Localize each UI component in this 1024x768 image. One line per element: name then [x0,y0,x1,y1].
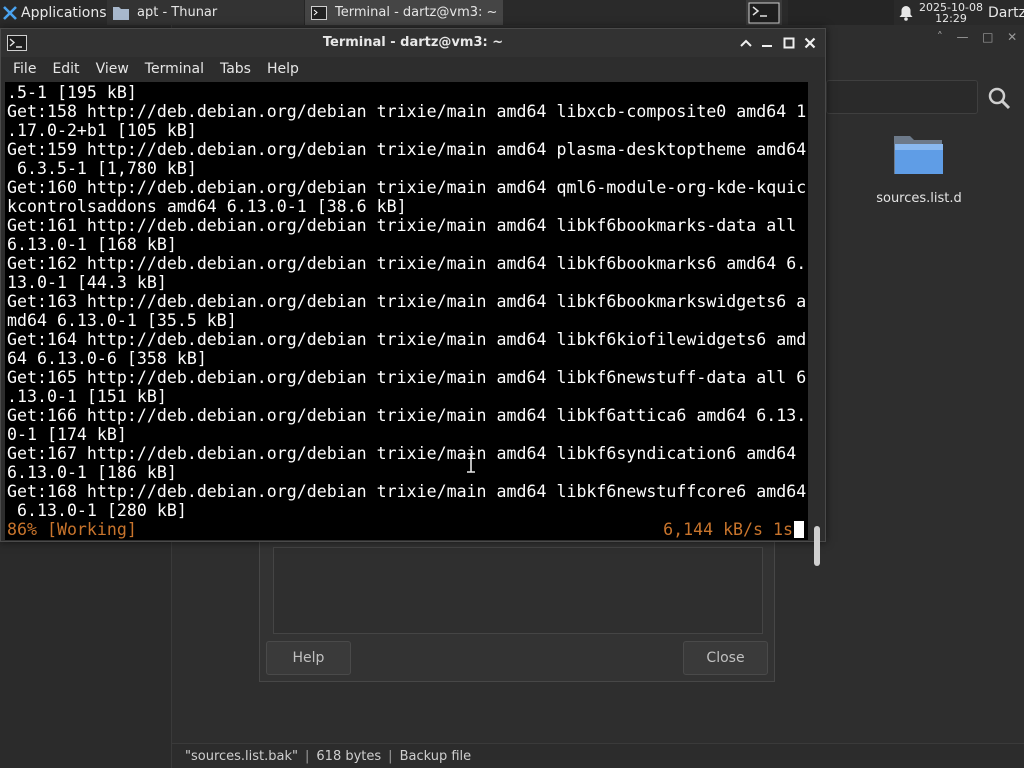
menu-terminal[interactable]: Terminal [137,57,212,81]
window-title: Terminal - dartz@vm3: ~ [322,35,504,50]
thunar-location-field[interactable] [826,80,978,114]
clock-date: 2025-10-08 [919,0,983,14]
shade-icon[interactable] [737,33,755,53]
close-icon[interactable] [801,33,819,53]
menu-view[interactable]: View [88,57,137,81]
status-filename: "sources.list.bak" [185,748,299,764]
status-separator: | [305,748,310,764]
clock-time: 12:29 [935,11,967,25]
scrollbar-thumb[interactable] [814,526,820,566]
terminal-line: md64 6.13.0-1 [35.5 kB] [7,311,237,330]
taskbar-item-terminal[interactable]: Terminal - dartz@vm3: ~ [305,0,503,25]
terminal-lines: .5-1 [195 kB] Get:158 http://deb.debian.o… [7,83,807,520]
menu-edit[interactable]: Edit [44,57,87,81]
thunar-minimize-icon[interactable]: — [956,30,968,46]
menu-help[interactable]: Help [259,57,307,81]
terminal-scrollbar[interactable] [810,82,824,566]
terminal-line: Get:167 http://deb.debian.org/debian tri… [7,444,797,463]
dialog-content-box [273,547,763,634]
applications-menu-button[interactable]: Applications ≡ [0,0,107,25]
terminal-line: 64 6.13.0-6 [358 kB] [7,349,207,368]
terminal-titlebar[interactable]: Terminal - dartz@vm3: ~ [1,29,825,57]
folder-icon[interactable] [892,130,946,178]
terminal-line: Get:165 http://deb.debian.org/debian tri… [7,368,807,387]
user-menu[interactable]: Dartz [984,5,1024,21]
status-type: Backup file [399,748,472,764]
terminal-cursor [794,521,804,538]
maximize-icon[interactable] [780,33,798,53]
terminal-icon [748,2,780,23]
terminal-line: Get:168 http://deb.debian.org/debian tri… [7,482,807,501]
terminal-menubar: File Edit View Terminal Tabs Help [1,57,825,81]
terminal-line: Get:160 http://deb.debian.org/debian tri… [7,178,807,197]
terminal-line: Get:158 http://deb.debian.org/debian tri… [7,102,807,121]
terminal-line: kcontrolsaddons amd64 6.13.0-1 [38.6 kB] [7,197,407,216]
terminal-output[interactable]: .5-1 [195 kB] Get:158 http://deb.debian.o… [5,82,808,540]
close-button[interactable]: Close [683,641,768,675]
status-separator: | [388,748,393,764]
workspace-switcher[interactable] [746,0,782,25]
terminal-line: Get:161 http://deb.debian.org/debian tri… [7,216,797,235]
terminal-line: .13.0-1 [151 kB] [7,387,167,406]
xfce-logo-icon [2,5,18,21]
terminal-line: Get:162 http://deb.debian.org/debian tri… [7,254,807,273]
minimize-icon[interactable] [758,33,776,53]
search-icon[interactable] [987,86,1011,110]
system-tray [788,0,894,25]
terminal-line: 6.13.0-1 [168 kB] [7,235,177,254]
window-controls [731,33,825,53]
help-button[interactable]: Help [266,641,351,675]
apt-progress-line: 86% [Working] 6,144 kB/s 1s [7,520,805,539]
terminal-line: Get:166 http://deb.debian.org/debian tri… [7,406,807,425]
clock[interactable]: 2025-10-08 12:29 [918,2,984,24]
apt-progress-percent: 86% [Working] [7,520,137,539]
taskbar-item-thunar[interactable]: apt - Thunar [107,0,305,25]
terminal-line: 6.13.0-1 [280 kB] [7,501,187,520]
terminal-line: 13.0-1 [44.3 kB] [7,273,167,292]
terminal-line: .5-1 [195 kB] [7,83,137,102]
terminal-line: Get:164 http://deb.debian.org/debian tri… [7,330,807,349]
top-panel: Applications ≡ apt - Thunar Terminal - d… [0,0,1024,25]
thunar-restore-icon[interactable]: □ [982,30,993,46]
terminal-line: Get:163 http://deb.debian.org/debian tri… [7,292,807,311]
notification-bell-icon[interactable] [894,5,918,21]
taskbar-item-label: Terminal - dartz@vm3: ~ [335,5,498,20]
terminal-line: 6.13.0-1 [186 kB] [7,463,177,482]
folder-icon [113,6,129,20]
thunar-maximize-icon[interactable]: ˄ [937,30,943,46]
menu-tabs[interactable]: Tabs [212,57,259,81]
text-cursor-icon [465,453,477,473]
folder-label[interactable]: sources.list.d [862,191,976,206]
terminal-icon [311,5,327,20]
thunar-close-icon[interactable]: ✕ [1007,30,1017,46]
taskbar-item-label: apt - Thunar [137,5,218,20]
terminal-window: Terminal - dartz@vm3: ~ File Edit View T… [0,28,826,566]
thunar-statusbar: "sources.list.bak" | 618 bytes | Backup … [172,743,1024,768]
terminal-line: .17.0-2+b1 [105 kB] [7,121,197,140]
status-size: 618 bytes [316,748,382,764]
menu-file[interactable]: File [5,57,44,81]
apt-download-rate: 6,144 kB/s 1s [663,520,793,539]
terminal-line: Get:159 http://deb.debian.org/debian tri… [7,140,807,159]
terminal-line: 6.3.5-1 [1,780 kB] [7,159,197,178]
applications-label: Applications [21,4,107,21]
terminal-line: 0-1 [174 kB] [7,425,127,444]
thunar-window-controls: ˄ — □ ✕ [930,30,1024,46]
